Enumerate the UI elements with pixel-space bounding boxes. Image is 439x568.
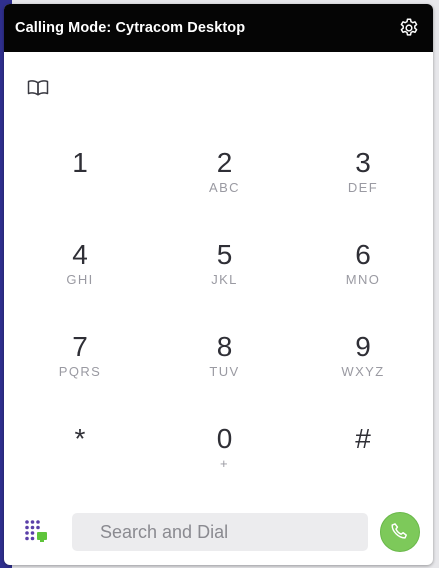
search-dial-input[interactable] bbox=[72, 513, 368, 551]
key-letters: DEF bbox=[347, 180, 379, 195]
key-digit: 3 bbox=[355, 147, 371, 178]
key-letters: TUV bbox=[209, 364, 240, 379]
key-3[interactable]: 3 DEF bbox=[293, 120, 433, 212]
dial-keypad: 1 2 ABC 3 DEF 4 GHI 5 JKL 6 MNO 7 PQRS 8… bbox=[4, 120, 433, 488]
key-digit: 2 bbox=[216, 147, 233, 178]
key-hash[interactable]: # bbox=[293, 396, 433, 488]
key-digit: * bbox=[74, 423, 86, 454]
book-icon[interactable] bbox=[26, 76, 50, 100]
key-letters: ABC bbox=[209, 180, 240, 195]
key-digit: 8 bbox=[216, 331, 233, 362]
key-letters: + bbox=[220, 456, 229, 471]
calling-mode-title: Calling Mode: Cytracom Desktop bbox=[15, 20, 246, 36]
gear-icon[interactable] bbox=[397, 16, 421, 40]
dialpad-icon[interactable] bbox=[22, 517, 52, 547]
phone-icon bbox=[391, 523, 407, 539]
dialer-panel: Calling Mode: Cytracom Desktop 1 2 ABC 3… bbox=[4, 4, 433, 565]
key-7[interactable]: 7 PQRS bbox=[4, 304, 156, 396]
call-button[interactable] bbox=[380, 512, 420, 552]
key-star[interactable]: * bbox=[4, 396, 156, 488]
key-9[interactable]: 9 WXYZ bbox=[293, 304, 433, 396]
key-2[interactable]: 2 ABC bbox=[156, 120, 293, 212]
key-digit: 4 bbox=[72, 239, 88, 270]
key-digit: 9 bbox=[355, 331, 371, 362]
key-0[interactable]: 0 + bbox=[156, 396, 293, 488]
contacts-toolbar bbox=[4, 52, 433, 124]
key-8[interactable]: 8 TUV bbox=[156, 304, 293, 396]
key-digit: 6 bbox=[355, 239, 371, 270]
key-digit: 7 bbox=[72, 331, 88, 362]
key-digit: 5 bbox=[216, 239, 233, 270]
key-digit: 0 bbox=[216, 423, 233, 454]
key-1[interactable]: 1 bbox=[4, 120, 156, 212]
key-4[interactable]: 4 GHI bbox=[4, 212, 156, 304]
key-digit: 1 bbox=[72, 147, 88, 178]
key-letters: PQRS bbox=[58, 364, 102, 379]
key-letters: MNO bbox=[345, 272, 381, 287]
key-6[interactable]: 6 MNO bbox=[293, 212, 433, 304]
header-bar: Calling Mode: Cytracom Desktop bbox=[4, 4, 433, 52]
key-letters: JKL bbox=[211, 272, 238, 287]
key-letters: GHI bbox=[66, 272, 94, 287]
key-digit: # bbox=[355, 423, 371, 454]
key-5[interactable]: 5 JKL bbox=[156, 212, 293, 304]
app-stage: Calling Mode: Cytracom Desktop 1 2 ABC 3… bbox=[0, 0, 439, 568]
dial-bar bbox=[4, 506, 433, 558]
key-letters: WXYZ bbox=[341, 364, 385, 379]
